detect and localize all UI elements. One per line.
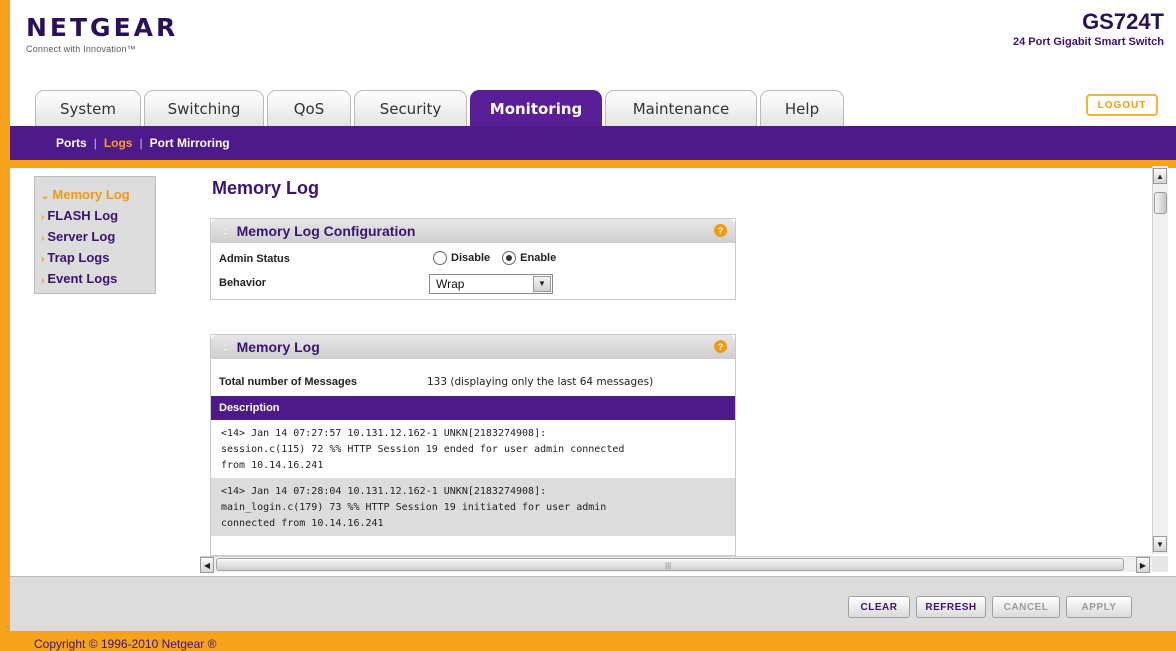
panel-title: Memory Log: [236, 339, 320, 355]
logo-tagline: Connect with Innovation™: [26, 44, 136, 54]
panel-header: :: Memory Log Configuration ?: [211, 219, 735, 243]
chevron-right-icon: ›: [41, 275, 45, 286]
logout-button[interactable]: LOGOUT: [1086, 94, 1158, 116]
enable-radio[interactable]: [502, 251, 517, 265]
sidebar-item-trap-logs[interactable]: › Trap Logs: [35, 247, 155, 268]
log-entry-line: <14> Jan 14 07:27:57 10.131.12.162-1 UNK…: [221, 428, 547, 439]
tab-maintenance[interactable]: Maintenance: [605, 90, 757, 126]
scroll-down-icon[interactable]: ▼: [1153, 536, 1167, 552]
tab-qos[interactable]: QoS: [267, 90, 351, 126]
help-icon[interactable]: ?: [714, 224, 727, 237]
admin-status-label: Admin Status: [219, 253, 290, 265]
admin-status-row: Admin Status Disable Enable: [211, 247, 735, 271]
cancel-button[interactable]: CANCEL: [992, 596, 1060, 618]
help-icon[interactable]: ?: [714, 340, 727, 353]
chevron-right-icon: ›: [41, 254, 45, 265]
horizontal-scrollbar[interactable]: ◀ ||| ▶: [200, 556, 1152, 573]
orange-stripe: [10, 160, 1176, 168]
subnav-port-mirroring[interactable]: Port Mirroring: [150, 136, 230, 150]
chevron-right-icon: ›: [41, 212, 45, 223]
log-entry: <14> Jan 14 07:27:57 10.131.12.162-1 UNK…: [211, 420, 735, 478]
subnav-separator: |: [139, 136, 143, 150]
tab-help[interactable]: Help: [760, 90, 844, 126]
admin-status-radio-group: Disable Enable: [433, 251, 568, 265]
log-entry-line: main_login.c(179) 73 %% HTTP Session 19 …: [221, 502, 607, 513]
subnav-ports[interactable]: Ports: [56, 136, 87, 150]
tab-security[interactable]: Security: [354, 90, 467, 126]
clear-button[interactable]: CLEAR: [848, 596, 910, 618]
scroll-up-icon[interactable]: ▲: [1153, 168, 1167, 184]
copyright-text: Copyright © 1996-2010 Netgear ®: [34, 637, 217, 651]
log-entry: <14> Jan 14 07:28:04 10.131.12.162-1 UNK…: [211, 478, 735, 536]
memory-log-config-panel: :: Memory Log Configuration ? Admin Stat…: [210, 218, 736, 300]
drag-grip-icon: ::: [223, 341, 227, 353]
panel-header: :: Memory Log ?: [211, 335, 735, 359]
log-entry-line: <14> Jan 14 07:28:04 10.131.12.162-1 UNK…: [221, 486, 547, 497]
log-entry-line: session.c(115) 72 %% HTTP Session 19 end…: [221, 444, 625, 455]
disable-radio[interactable]: [433, 251, 447, 265]
tab-system[interactable]: System: [35, 90, 141, 126]
model-name: GS724T: [1082, 9, 1164, 34]
subnav-separator: |: [93, 136, 97, 150]
tab-monitoring[interactable]: Monitoring: [470, 90, 602, 126]
horizontal-scroll-thumb[interactable]: |||: [216, 558, 1124, 571]
scroll-grip-icon: |||: [665, 561, 672, 570]
sidebar-item-label: FLASH Log: [47, 208, 119, 223]
panel-title: Memory Log Configuration: [236, 223, 416, 239]
log-entry-line: connected from 10.14.16.241: [221, 518, 384, 529]
sidebar-item-label: Event Logs: [47, 271, 118, 286]
disable-radio-label: Disable: [451, 252, 491, 264]
description-column-header: Description: [211, 396, 735, 420]
sub-navigation: Ports | Logs | Port Mirroring: [10, 126, 1176, 160]
refresh-button[interactable]: REFRESH: [916, 596, 986, 618]
sidebar-item-flash-log[interactable]: › FLASH Log: [35, 205, 155, 226]
sidebar-item-label: Trap Logs: [47, 250, 110, 265]
chevron-right-icon: ›: [41, 233, 45, 244]
logo-text: NETGEAR: [26, 13, 179, 42]
main-tabs: System Switching QoS Security Monitoring…: [35, 90, 847, 126]
sidebar-item-server-log[interactable]: › Server Log: [35, 226, 155, 247]
enable-radio-label: Enable: [520, 252, 557, 264]
total-messages-row: Total number of Messages 133 (displaying…: [211, 366, 735, 396]
chevron-down-icon: ⌄: [41, 191, 50, 202]
sidebar-item-memory-log[interactable]: ⌄ Memory Log: [35, 184, 155, 205]
scrollbar-corner: [1152, 556, 1168, 572]
behavior-value: Wrap: [436, 277, 465, 291]
vertical-scroll-thumb[interactable]: [1154, 192, 1167, 214]
memory-log-panel: :: Memory Log ? Total number of Messages…: [210, 334, 736, 556]
behavior-label: Behavior: [219, 277, 267, 289]
netgear-logo: NETGEAR Connect with Innovation™: [26, 13, 179, 55]
model-info: GS724T 24 Port Gigabit Smart Switch: [1013, 9, 1164, 49]
chevron-down-icon: ▼: [533, 276, 551, 292]
scroll-left-icon[interactable]: ◀: [200, 557, 214, 573]
subnav-logs[interactable]: Logs: [104, 136, 133, 150]
model-description: 24 Port Gigabit Smart Switch: [1013, 36, 1164, 48]
total-messages-label: Total number of Messages: [219, 376, 357, 388]
log-entry-line: from 10.14.16.241: [221, 460, 324, 471]
behavior-select[interactable]: Wrap ▼: [429, 274, 553, 294]
sidebar-item-label: Memory Log: [52, 187, 130, 202]
apply-button[interactable]: APPLY: [1066, 596, 1132, 618]
sidebar-item-label: Server Log: [47, 229, 116, 244]
total-messages-value: 133 (displaying only the last 64 message…: [427, 376, 654, 388]
scroll-right-icon[interactable]: ▶: [1136, 557, 1150, 573]
action-button-bar: CLEAR REFRESH CANCEL APPLY: [10, 576, 1176, 631]
page-title: Memory Log: [212, 178, 320, 198]
tab-switching[interactable]: Switching: [144, 90, 264, 126]
left-menu: ⌄ Memory Log › FLASH Log › Server Log › Trap…: [34, 176, 156, 294]
behavior-row: Behavior Wrap ▼: [211, 271, 735, 295]
drag-grip-icon: ::: [223, 225, 227, 237]
sidebar-item-event-logs[interactable]: › Event Logs: [35, 268, 155, 289]
vertical-scrollbar[interactable]: ▲ ▼: [1152, 166, 1168, 554]
